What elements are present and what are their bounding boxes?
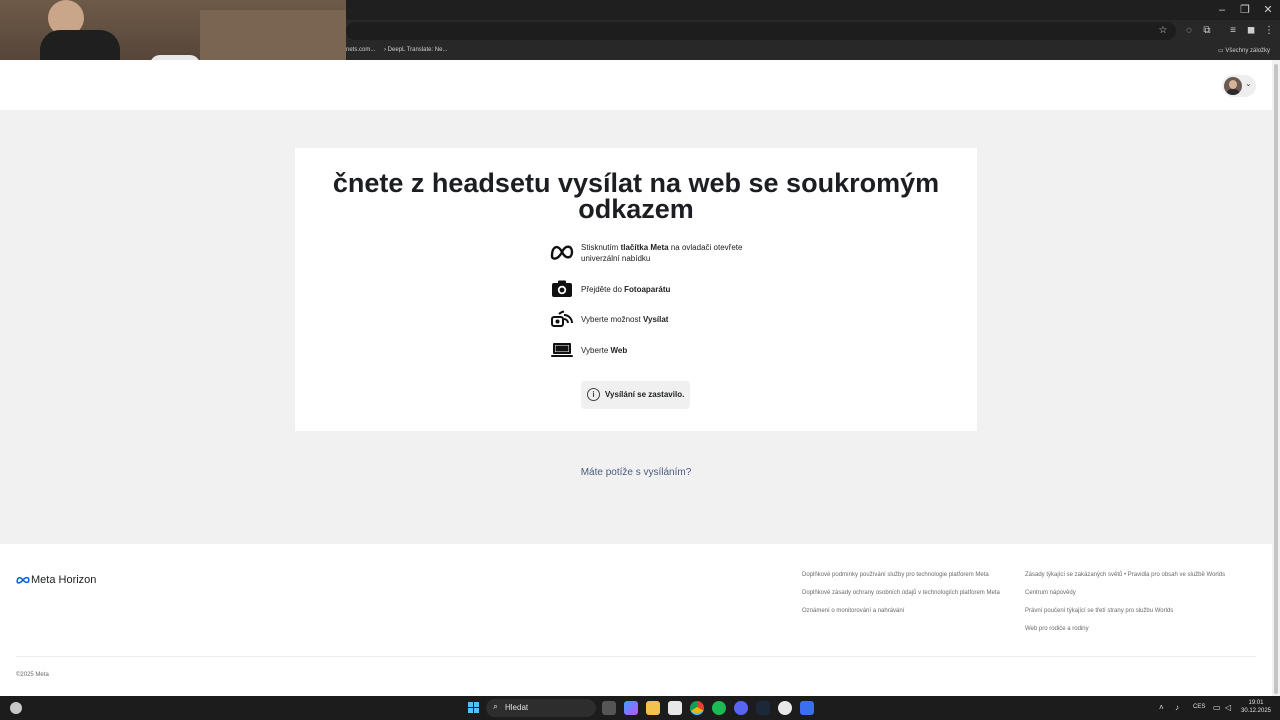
footer-link[interactable]: Oznámení o monitorování a nahrávání <box>802 608 904 614</box>
page-footer: Meta Horizon Doplňkové podmínky používán… <box>0 544 1272 696</box>
restore-button[interactable]: ❐ <box>1233 3 1257 17</box>
footer-divider <box>16 656 1256 657</box>
meta-logo-icon <box>550 245 574 260</box>
meta-logo-icon <box>16 576 30 584</box>
cast-instructions-card: čnete z headsetu vysílat na web se soukr… <box>295 148 977 431</box>
web-page: ⌄ čnete z headsetu vysílat na web se sou… <box>0 60 1272 696</box>
clock-date[interactable]: 30.12.2025 <box>1240 708 1272 714</box>
page-header: ⌄ <box>0 60 1272 110</box>
extension-icon[interactable]: ◌ <box>1182 24 1196 38</box>
footer-link[interactable]: Doplňkové podmínky používání služby pro … <box>802 572 989 578</box>
status-text: Vysílání se zastavilo. <box>605 390 685 399</box>
steam-icon[interactable] <box>756 701 770 715</box>
footer-link[interactable]: Web pro rodiče a rodiny <box>1025 626 1089 632</box>
taskbar-search[interactable]: ⌕ Hledat <box>486 699 596 717</box>
cast-icon <box>551 310 573 327</box>
chevron-up-icon[interactable]: ˄ <box>1159 703 1164 712</box>
clock-time[interactable]: 19:01 <box>1240 700 1272 706</box>
profile-icon[interactable]: ◼ <box>1244 24 1258 38</box>
network-icon[interactable]: ▭ <box>1213 703 1221 712</box>
start-icon[interactable] <box>468 702 480 714</box>
folder-icon: ▭ <box>1218 48 1224 54</box>
laptop-icon <box>551 343 573 357</box>
avatar <box>1224 77 1242 95</box>
app-icon[interactable] <box>800 701 814 715</box>
brand-name: Meta Horizon <box>31 574 97 586</box>
close-window-button[interactable]: ✕ <box>1256 3 1280 17</box>
status-badge: i Vysílání se zastavilo. <box>581 381 690 409</box>
footer-link[interactable]: Doplňkové zásady ochrany osobních údajů … <box>802 590 1000 596</box>
discord-icon[interactable] <box>734 701 748 715</box>
step-text: Stisknutím tlačítka Meta na ovladači ote… <box>581 243 743 263</box>
copyright: ©2025 Meta <box>16 672 49 678</box>
minimize-button[interactable]: – <box>1210 3 1234 17</box>
chrome-icon[interactable] <box>690 701 704 715</box>
volume-icon[interactable]: ◁ <box>1225 703 1231 712</box>
all-bookmarks[interactable]: ▭ Všechny záložky <box>1218 47 1270 54</box>
step-text: Přejděte do Fotoaparátu <box>581 285 671 294</box>
search-icon: ⌕ <box>493 701 499 711</box>
copilot-icon[interactable] <box>624 701 638 715</box>
deepl-icon: › <box>384 47 386 53</box>
file-explorer-icon[interactable] <box>646 701 660 715</box>
step-text: Vyberte možnost Vysílat <box>581 315 669 324</box>
bookmark-item[interactable]: nets.com... <box>346 47 375 53</box>
task-view-icon[interactable] <box>602 701 616 715</box>
info-icon: i <box>587 388 600 401</box>
footer-link[interactable]: Zásady týkající se zakázaných světů • Pr… <box>1025 572 1225 578</box>
weather-icon[interactable] <box>10 702 22 714</box>
address-bar[interactable] <box>346 22 1176 40</box>
windows-taskbar: ⌕ Hledat ˄ ♪ CES ▭ ◁ 19:01 30.12.2025 <box>0 696 1280 720</box>
media-icon[interactable]: ≡ <box>1226 24 1240 38</box>
store-icon[interactable] <box>668 701 682 715</box>
camera-icon <box>552 280 572 297</box>
extensions-puzzle-icon[interactable]: ⧉ <box>1200 24 1214 38</box>
bookmark-item[interactable]: › DeepL Translate: Ne... <box>384 47 447 53</box>
browser-menu-icon[interactable]: ⋮ <box>1262 24 1276 38</box>
chevron-down-icon: ⌄ <box>1245 79 1252 88</box>
microphone-icon[interactable]: ♪ <box>1175 703 1179 712</box>
page-scrollbar[interactable] <box>1272 60 1280 696</box>
bookmark-star-icon[interactable]: ☆ <box>1156 24 1170 38</box>
account-menu-button[interactable]: ⌄ <box>1222 75 1256 97</box>
spotify-icon[interactable] <box>712 701 726 715</box>
app-icon[interactable] <box>778 701 792 715</box>
step-text: Vyberte Web <box>581 346 628 355</box>
help-link[interactable]: Máte potíže s vysíláním? <box>0 467 1272 478</box>
language-indicator[interactable]: CES <box>1193 704 1205 710</box>
footer-link[interactable]: Právní poučení týkající se třetí strany … <box>1025 608 1173 614</box>
footer-link[interactable]: Centrum nápovědy <box>1025 590 1076 596</box>
page-title: čnete z headsetu vysílat na web se soukr… <box>332 168 940 224</box>
